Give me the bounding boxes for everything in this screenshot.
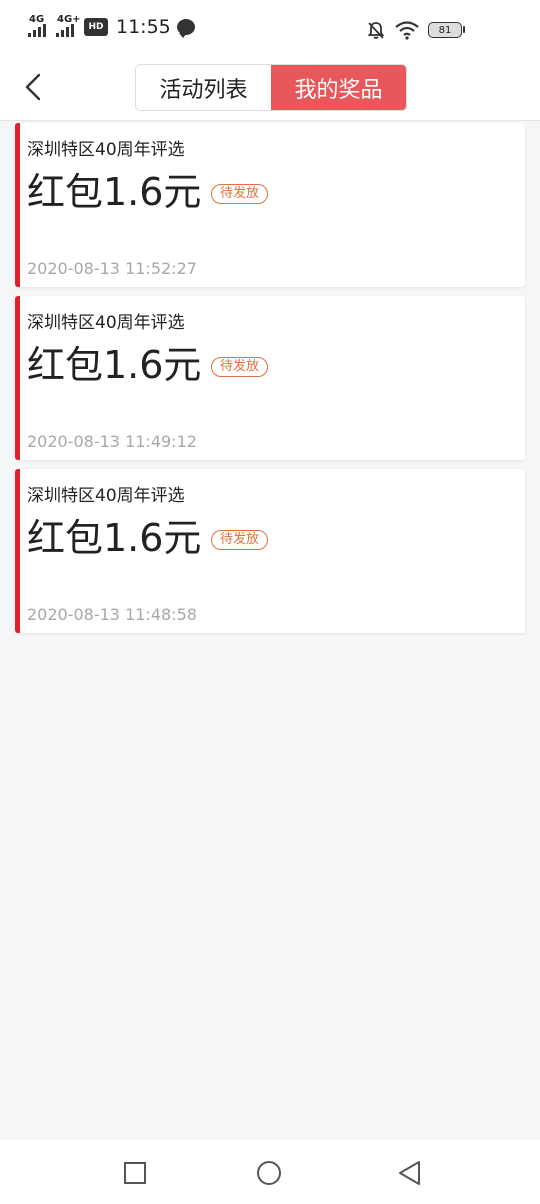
system-nav-bar bbox=[0, 1140, 540, 1204]
prize-amount: 红包1.6元 bbox=[27, 343, 202, 387]
tab-switcher: 活动列表 我的奖品 bbox=[135, 64, 407, 111]
wifi-icon bbox=[395, 21, 419, 40]
signal-icon: 4G bbox=[28, 14, 50, 38]
status-badge: 待发放 bbox=[211, 530, 269, 550]
status-left: 4G 4G+ HD 11:55 bbox=[28, 14, 195, 38]
prize-card[interactable]: 深圳特区40周年评选 红包1.6元 待发放 2020-08-13 11:48:5… bbox=[15, 469, 525, 633]
back-icon[interactable] bbox=[397, 1160, 423, 1186]
hd-voice-icon: HD bbox=[84, 18, 108, 36]
prize-card[interactable]: 深圳特区40周年评选 红包1.6元 待发放 2020-08-13 11:49:1… bbox=[15, 296, 525, 460]
prize-title: 深圳特区40周年评选 bbox=[27, 140, 185, 160]
tab-my-prizes[interactable]: 我的奖品 bbox=[271, 65, 406, 110]
status-time: 11:55 bbox=[116, 16, 171, 38]
status-badge: 待发放 bbox=[211, 184, 269, 204]
prize-title: 深圳特区40周年评选 bbox=[27, 486, 185, 506]
status-right: 81 bbox=[366, 20, 465, 40]
prize-list: 深圳特区40周年评选 红包1.6元 待发放 2020-08-13 11:52:2… bbox=[15, 123, 525, 642]
chevron-left-icon[interactable] bbox=[20, 72, 50, 102]
mute-bell-icon bbox=[367, 22, 385, 39]
prize-amount: 红包1.6元 bbox=[27, 170, 202, 214]
prize-card[interactable]: 深圳特区40周年评选 红包1.6元 待发放 2020-08-13 11:52:2… bbox=[15, 123, 525, 287]
prize-timestamp: 2020-08-13 11:52:27 bbox=[27, 259, 197, 278]
battery-icon: 81 bbox=[428, 22, 465, 38]
status-bar: 4G 4G+ HD 11:55 81 bbox=[0, 0, 540, 62]
message-bubble-icon bbox=[176, 19, 195, 38]
battery-level: 81 bbox=[438, 24, 452, 36]
status-badge: 待发放 bbox=[211, 357, 269, 377]
header: 活动列表 我的奖品 bbox=[0, 62, 540, 121]
prize-timestamp: 2020-08-13 11:48:58 bbox=[27, 605, 197, 624]
prize-amount: 红包1.6元 bbox=[27, 516, 202, 560]
prize-timestamp: 2020-08-13 11:49:12 bbox=[27, 432, 197, 451]
prize-title: 深圳特区40周年评选 bbox=[27, 313, 185, 333]
home-icon[interactable] bbox=[256, 1160, 282, 1186]
signal-icon: 4G+ bbox=[56, 14, 81, 38]
recent-apps-icon[interactable] bbox=[122, 1160, 148, 1186]
tab-activity-list[interactable]: 活动列表 bbox=[136, 65, 271, 110]
